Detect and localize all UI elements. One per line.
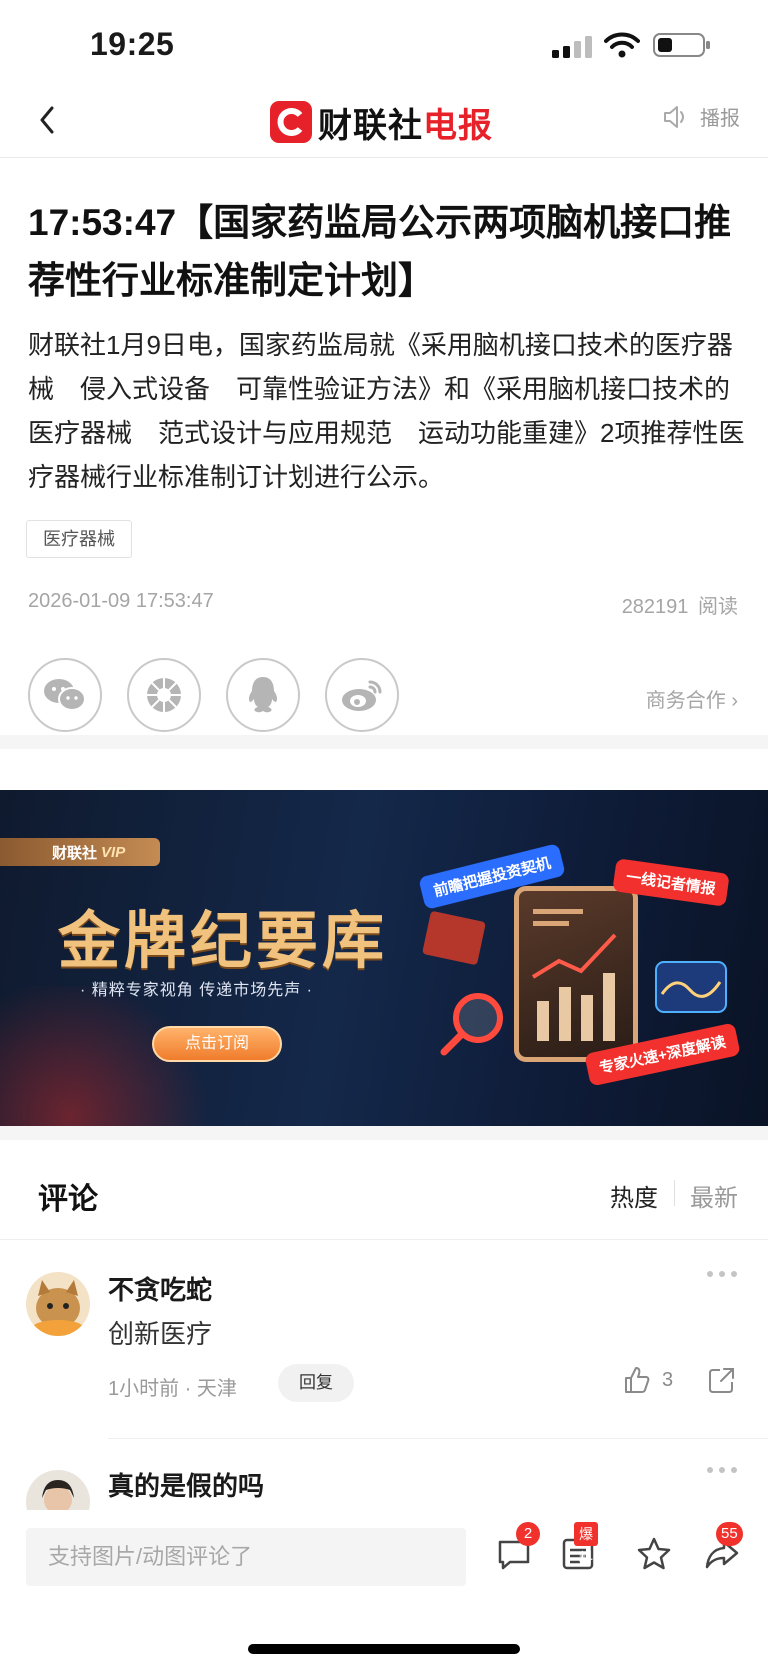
cellular-signal-icon (552, 36, 592, 58)
battery-icon (653, 33, 710, 57)
like-button[interactable]: 3 (624, 1366, 673, 1394)
comment-text: 创新医疗 (108, 1319, 213, 1349)
read-count: 282191 阅读 (622, 590, 738, 619)
comment-item: 真的是假的吗 (0, 1440, 768, 1510)
avatar[interactable] (26, 1272, 90, 1336)
favorite-button[interactable] (636, 1536, 672, 1577)
banner-title: 金牌纪要库 (58, 907, 389, 976)
section-divider (0, 1126, 768, 1140)
magnifier-icon (440, 993, 503, 1056)
app-logo: 财联社 电报 (270, 96, 493, 148)
comment-meta: 1小时前 · 天津 (108, 1378, 237, 1400)
logo-mark (270, 101, 312, 143)
more-options-icon[interactable] (706, 1270, 738, 1278)
sort-divider (674, 1180, 675, 1206)
broadcast-label: 播报 (700, 108, 740, 130)
share-qq-button[interactable] (226, 658, 300, 732)
business-cooperation-link[interactable]: 商务合作 › (646, 684, 738, 713)
comments-header: 评论 热度 最新 (0, 1140, 768, 1240)
share-comment-icon[interactable] (708, 1366, 736, 1394)
reply-button[interactable]: 回复 (278, 1364, 354, 1402)
comment-input[interactable]: 支持图片/动图评论了 (26, 1528, 466, 1586)
publish-date: 2026-01-09 17:53:47 (28, 590, 214, 612)
vip-label: VIP (101, 843, 126, 861)
section-divider (0, 735, 768, 791)
wifi-icon (604, 32, 640, 58)
comment-divider (108, 1438, 768, 1439)
share-count-badge: 55 (716, 1522, 743, 1546)
more-options-icon[interactable] (706, 1466, 738, 1474)
comment-count-badge: 2 (516, 1522, 540, 1546)
share-weibo-button[interactable] (325, 658, 399, 732)
like-count: 3 (662, 1368, 674, 1391)
red-card-icon (422, 911, 486, 965)
speaker-icon (664, 105, 684, 128)
article-body: 财联社1月9日电，国家药监局就《采用脑机接口技术的医疗器械 侵入式设备 可靠性验… (28, 330, 745, 492)
share-moments-button[interactable] (127, 658, 201, 732)
comment-username[interactable]: 真的是假的吗 (108, 1466, 264, 1503)
qq-icon (248, 677, 278, 713)
banner-subtitle: · 精粹专家视角 传递市场先声 · (80, 982, 313, 999)
thumbs-up-icon (625, 1367, 650, 1393)
logo-text-telegraph: 电报 (423, 106, 493, 145)
bottom-toolbar: 支持图片/动图评论了 2 爆料 55 (0, 1510, 768, 1662)
avatar[interactable] (26, 1470, 90, 1510)
read-count-label: 阅读 (698, 596, 738, 618)
article-tag[interactable]: 医疗器械 (26, 520, 132, 558)
mini-chart-card-icon (655, 961, 727, 1013)
share-button[interactable]: 55 (704, 1522, 743, 1577)
star-icon (637, 1537, 671, 1570)
broadcast-button[interactable]: 播报 (662, 102, 740, 131)
article-headline: 17:53:47【国家药监局公示两项脑机接口推荐性行业标准制定计划】 (28, 202, 732, 301)
vip-tag: 财联社 VIP (0, 838, 160, 866)
wechat-icon (44, 679, 86, 711)
read-count-value: 282191 (621, 596, 689, 618)
status-bar: 19:25 (0, 0, 768, 88)
logo-text-brand: 财联社 (318, 106, 423, 145)
vip-banner[interactable]: 财联社 VIP 金牌纪要库 · 精粹专家视角 传递市场先声 · 点击订阅 前瞻把… (0, 790, 768, 1126)
home-indicator (248, 1644, 520, 1654)
moments-icon (147, 678, 181, 712)
subscribe-button[interactable]: 点击订阅 (152, 1026, 282, 1062)
tip-off-button[interactable]: 爆料 (560, 1522, 598, 1577)
back-arrow-icon[interactable] (34, 100, 62, 140)
sort-hot-tab[interactable]: 热度 (610, 1178, 658, 1213)
share-wechat-button[interactable] (28, 658, 102, 732)
vip-brand: 财联社 (52, 844, 98, 862)
comments-button[interactable]: 2 (496, 1522, 540, 1577)
comment-username[interactable]: 不贪吃蛇 (108, 1270, 212, 1307)
sort-new-tab[interactable]: 最新 (690, 1178, 738, 1213)
weibo-icon (342, 680, 382, 711)
tip-off-badge: 爆料 (574, 1522, 598, 1566)
status-time: 19:25 (90, 26, 175, 62)
share-row (28, 658, 424, 732)
chart-panel-illustration (514, 886, 638, 1062)
comments-title: 评论 (38, 1183, 98, 1216)
nav-bar: 财联社 电报 播报 (0, 88, 768, 158)
